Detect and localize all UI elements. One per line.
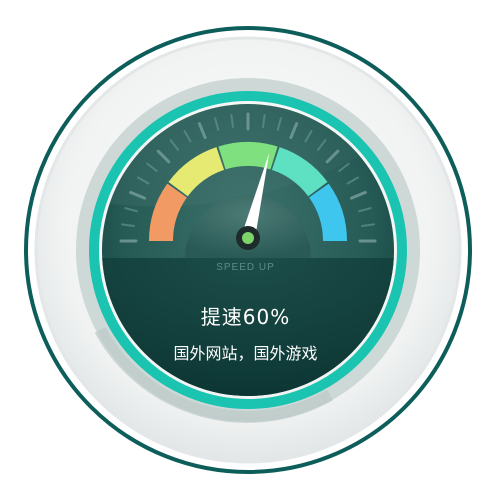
speed-subtitle: 国外网站，国外游戏	[173, 344, 318, 363]
gauge-caption: SPEED UP	[216, 262, 275, 273]
speed-title: 提速60%	[200, 305, 291, 329]
speed-gauge	[24, 26, 472, 474]
hub-dot	[242, 232, 254, 244]
